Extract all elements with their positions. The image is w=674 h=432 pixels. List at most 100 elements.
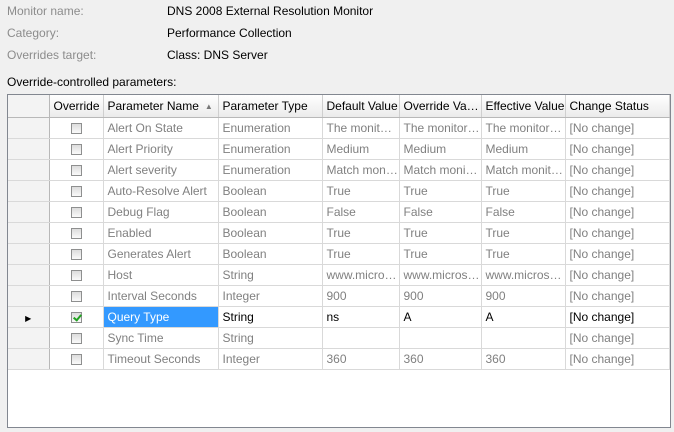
override-value-cell[interactable]: Medium bbox=[399, 138, 482, 160]
override-cell[interactable] bbox=[49, 222, 104, 244]
effective-value-cell[interactable]: True bbox=[481, 180, 566, 202]
parameter-type-cell[interactable]: String bbox=[218, 327, 323, 349]
parameter-name-cell[interactable]: Generates Alert bbox=[103, 243, 219, 265]
parameter-type-cell[interactable]: Integer bbox=[218, 348, 323, 370]
table-row[interactable]: Debug Flag Boolean False False False [No… bbox=[8, 201, 670, 223]
effective-value-cell[interactable]: True bbox=[481, 243, 566, 265]
parameter-type-cell[interactable]: Boolean bbox=[218, 222, 323, 244]
column-header-override[interactable]: Override bbox=[49, 95, 104, 118]
table-row[interactable]: Enabled Boolean True True True [No chang… bbox=[8, 222, 670, 244]
override-value-cell[interactable]: True bbox=[399, 222, 482, 244]
row-header[interactable] bbox=[8, 180, 50, 202]
override-checkbox[interactable] bbox=[70, 290, 82, 302]
row-header[interactable]: ▶ bbox=[8, 306, 50, 328]
default-value-cell[interactable]: www.micros... bbox=[322, 264, 400, 286]
effective-value-cell[interactable]: Match monito... bbox=[481, 159, 566, 181]
default-value-cell[interactable]: True bbox=[322, 222, 400, 244]
row-header[interactable] bbox=[8, 138, 50, 160]
row-header[interactable] bbox=[8, 222, 50, 244]
table-row[interactable]: Alert Priority Enumeration Medium Medium… bbox=[8, 138, 670, 160]
parameter-type-cell[interactable]: Boolean bbox=[218, 180, 323, 202]
override-value-cell[interactable]: Match monito... bbox=[399, 159, 482, 181]
effective-value-cell[interactable]: A bbox=[481, 306, 566, 328]
column-header-effective-value[interactable]: Effective Value bbox=[481, 95, 566, 118]
row-header[interactable] bbox=[8, 285, 50, 307]
parameter-type-cell[interactable]: Enumeration bbox=[218, 159, 323, 181]
parameter-name-cell[interactable]: Enabled bbox=[103, 222, 219, 244]
default-value-cell[interactable]: The monitor ... bbox=[322, 117, 400, 139]
effective-value-cell[interactable]: 360 bbox=[481, 348, 566, 370]
override-cell[interactable] bbox=[49, 138, 104, 160]
override-checkbox[interactable] bbox=[70, 227, 82, 239]
effective-value-cell[interactable]: 900 bbox=[481, 285, 566, 307]
effective-value-cell[interactable]: Medium bbox=[481, 138, 566, 160]
parameter-name-cell[interactable]: Auto-Resolve Alert bbox=[103, 180, 219, 202]
default-value-cell[interactable]: Medium bbox=[322, 138, 400, 160]
change-status-cell[interactable]: [No change] bbox=[565, 264, 670, 286]
override-checkbox[interactable] bbox=[70, 164, 82, 176]
column-header-parameter-name[interactable]: Parameter Name ▲ bbox=[103, 95, 219, 118]
default-value-cell[interactable]: True bbox=[322, 243, 400, 265]
override-checkbox[interactable] bbox=[70, 122, 82, 134]
default-value-cell[interactable]: True bbox=[322, 180, 400, 202]
row-header[interactable] bbox=[8, 264, 50, 286]
override-value-cell[interactable]: False bbox=[399, 201, 482, 223]
override-cell[interactable] bbox=[49, 348, 104, 370]
override-checkbox[interactable] bbox=[70, 332, 82, 344]
parameter-type-cell[interactable]: String bbox=[218, 264, 323, 286]
override-parameters-grid[interactable]: Override Parameter Name ▲ Parameter Type … bbox=[7, 94, 671, 428]
effective-value-cell[interactable]: True bbox=[481, 222, 566, 244]
override-checkbox[interactable] bbox=[70, 185, 82, 197]
parameter-name-cell[interactable]: Host bbox=[103, 264, 219, 286]
effective-value-cell[interactable]: The monitor is... bbox=[481, 117, 566, 139]
override-value-cell[interactable]: True bbox=[399, 243, 482, 265]
change-status-cell[interactable]: [No change] bbox=[565, 117, 670, 139]
change-status-cell[interactable]: [No change] bbox=[565, 243, 670, 265]
column-header-parameter-type[interactable]: Parameter Type bbox=[218, 95, 323, 118]
change-status-cell[interactable]: [No change] bbox=[565, 159, 670, 181]
override-cell[interactable] bbox=[49, 306, 104, 328]
parameter-name-cell[interactable]: Sync Time bbox=[103, 327, 219, 349]
table-row[interactable]: Timeout Seconds Integer 360 360 360 [No … bbox=[8, 348, 670, 370]
default-value-cell[interactable] bbox=[322, 327, 400, 349]
override-value-cell[interactable]: True bbox=[399, 180, 482, 202]
row-header[interactable] bbox=[8, 243, 50, 265]
row-header[interactable] bbox=[8, 117, 50, 139]
table-row[interactable]: Alert On State Enumeration The monitor .… bbox=[8, 117, 670, 139]
parameter-type-cell[interactable]: Enumeration bbox=[218, 138, 323, 160]
override-value-cell[interactable]: The monitor is... bbox=[399, 117, 482, 139]
effective-value-cell[interactable]: www.microsof... bbox=[481, 264, 566, 286]
override-value-cell[interactable]: 900 bbox=[399, 285, 482, 307]
parameter-type-cell[interactable]: Boolean bbox=[218, 201, 323, 223]
override-cell[interactable] bbox=[49, 159, 104, 181]
override-cell[interactable] bbox=[49, 201, 104, 223]
table-row[interactable]: Generates Alert Boolean True True True [… bbox=[8, 243, 670, 265]
parameter-type-cell[interactable]: Integer bbox=[218, 285, 323, 307]
parameter-name-cell[interactable]: Query Type bbox=[103, 306, 219, 328]
default-value-cell[interactable]: Match monito... bbox=[322, 159, 400, 181]
change-status-cell[interactable]: [No change] bbox=[565, 201, 670, 223]
default-value-cell[interactable]: False bbox=[322, 201, 400, 223]
row-header[interactable] bbox=[8, 159, 50, 181]
parameter-type-cell[interactable]: Boolean bbox=[218, 243, 323, 265]
row-header[interactable] bbox=[8, 327, 50, 349]
table-row[interactable]: Interval Seconds Integer 900 900 900 [No… bbox=[8, 285, 670, 307]
parameter-type-cell[interactable]: String bbox=[218, 306, 323, 328]
default-value-cell[interactable]: 900 bbox=[322, 285, 400, 307]
column-header-default-value[interactable]: Default Value bbox=[322, 95, 400, 118]
override-checkbox[interactable] bbox=[70, 248, 82, 260]
table-row[interactable]: Auto-Resolve Alert Boolean True True Tru… bbox=[8, 180, 670, 202]
parameter-type-cell[interactable]: Enumeration bbox=[218, 117, 323, 139]
parameter-name-cell[interactable]: Alert severity bbox=[103, 159, 219, 181]
table-row[interactable]: Sync Time String [No change] bbox=[8, 327, 670, 349]
column-header-override-value[interactable]: Override Value bbox=[399, 95, 482, 118]
parameter-name-cell[interactable]: Debug Flag bbox=[103, 201, 219, 223]
parameter-name-cell[interactable]: Alert On State bbox=[103, 117, 219, 139]
parameter-name-cell[interactable]: Timeout Seconds bbox=[103, 348, 219, 370]
override-cell[interactable] bbox=[49, 285, 104, 307]
effective-value-cell[interactable] bbox=[481, 327, 566, 349]
table-row[interactable]: ▶ Query Type String ns A A [No change] bbox=[8, 306, 670, 328]
override-value-cell[interactable]: 360 bbox=[399, 348, 482, 370]
column-header-change-status[interactable]: Change Status bbox=[565, 95, 670, 118]
change-status-cell[interactable]: [No change] bbox=[565, 222, 670, 244]
